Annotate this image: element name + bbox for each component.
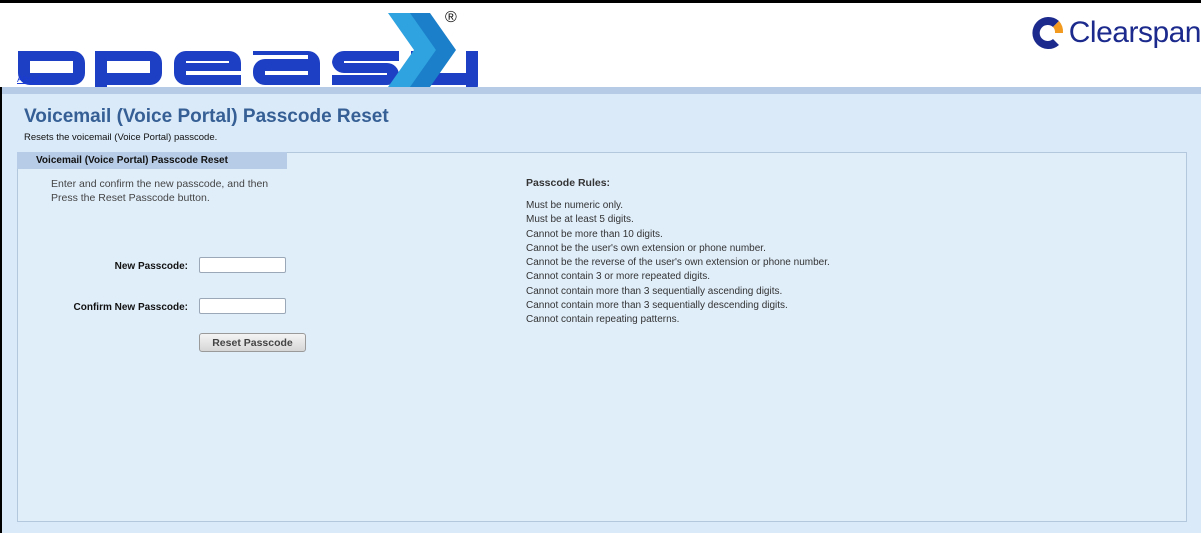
new-passcode-label: New Passcode: (114, 261, 188, 272)
main-content: Voicemail (Voice Portal) Passcode Reset … (2, 94, 1201, 533)
reset-passcode-button[interactable]: Reset Passcode (199, 333, 306, 352)
rule-item: Cannot be the user's own extension or ph… (526, 242, 766, 254)
rule-item: Must be at least 5 digits. (526, 214, 634, 226)
instruction-line: Enter and confirm the new passcode, and … (51, 178, 269, 190)
rule-item: Cannot contain more than 3 sequentially … (526, 300, 788, 312)
new-passcode-input[interactable] (199, 257, 286, 273)
app-header: opeasy ® About Clearspan (0, 3, 1201, 91)
rule-item: Cannot contain more than 3 sequentially … (526, 285, 783, 297)
confirm-passcode-input[interactable] (199, 298, 286, 314)
registered-mark: ® (445, 9, 457, 26)
clearspan-mark-icon (1032, 17, 1063, 49)
clearspan-logo: Clearspan (1027, 13, 1201, 53)
page-subtitle: Resets the voicemail (Voice Portal) pass… (24, 132, 218, 143)
rule-item: Cannot contain repeating patterns. (526, 314, 680, 326)
clearspan-brand-text: Clearspan (1068, 16, 1201, 49)
rule-item: Cannot contain 3 or more repeated digits… (526, 271, 710, 283)
rule-item: Cannot be the reverse of the user's own … (526, 257, 830, 269)
header-divider (2, 87, 1201, 94)
passcode-rules: Passcode Rules: Must be numeric only. Mu… (526, 177, 1146, 328)
passcode-reset-panel: Voicemail (Voice Portal) Passcode Reset … (17, 152, 1187, 522)
instruction-line: Press the Reset Passcode button. (51, 192, 210, 204)
rule-item: Cannot be more than 10 digits. (526, 228, 663, 240)
confirm-passcode-label: Confirm New Passcode: (73, 302, 188, 313)
about-link[interactable]: About (17, 74, 41, 84)
page-title: Voicemail (Voice Portal) Passcode Reset (24, 106, 389, 127)
rules-list: Must be numeric only. Must be at least 5… (526, 199, 1146, 328)
instructions: Enter and confirm the new passcode, and … (51, 177, 351, 205)
rule-item: Must be numeric only. (526, 200, 624, 211)
panel-tab: Voicemail (Voice Portal) Passcode Reset (17, 152, 287, 169)
rules-title: Passcode Rules: (526, 177, 611, 189)
